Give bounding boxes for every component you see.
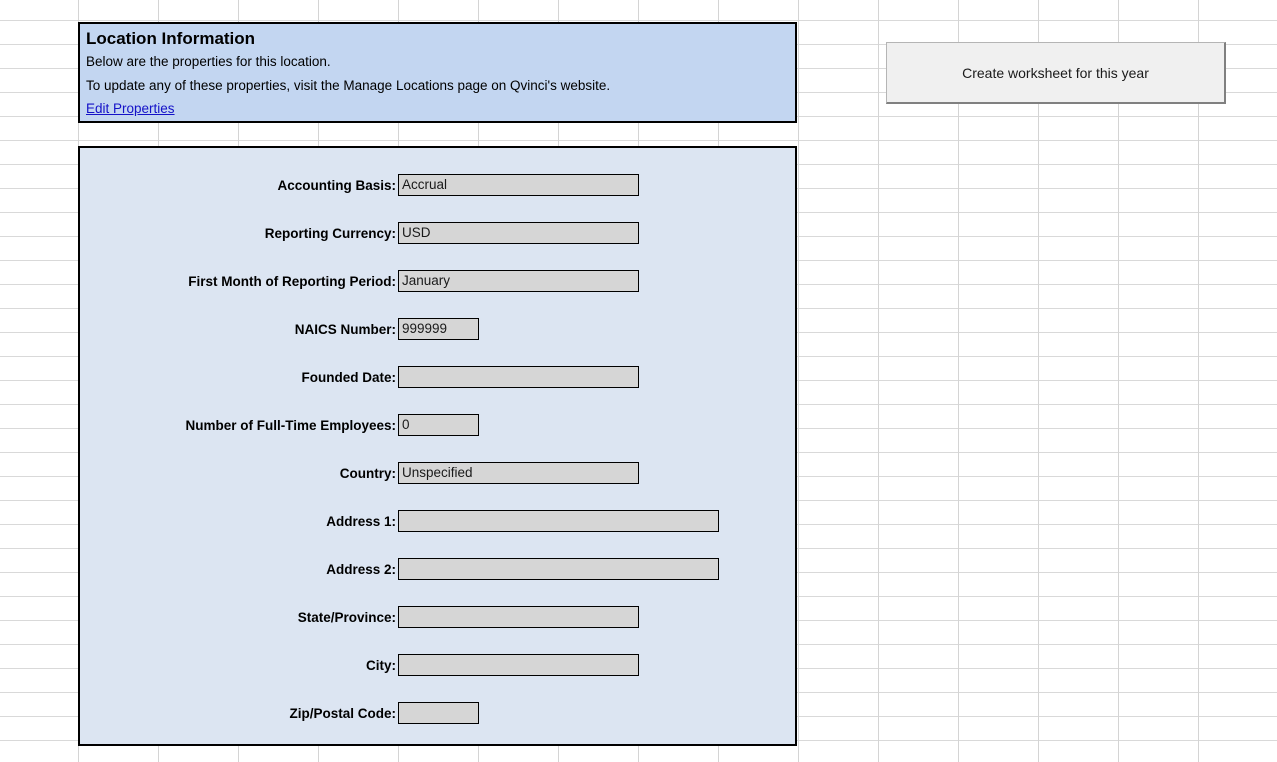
property-row: Zip/Postal Code: <box>80 702 479 724</box>
property-label: Zip/Postal Code: <box>289 705 396 721</box>
header-description-line-1: Below are the properties for this locati… <box>86 54 331 69</box>
property-value-field[interactable]: 999999 <box>398 318 479 340</box>
property-row: Reporting Currency: USD <box>80 222 639 244</box>
property-row: Address 2: <box>80 558 719 580</box>
property-row: State/Province: <box>80 606 639 628</box>
property-value-field[interactable] <box>398 606 639 628</box>
property-value-field[interactable] <box>398 558 719 580</box>
property-value-field[interactable] <box>398 510 719 532</box>
property-label: Founded Date: <box>301 369 397 385</box>
property-value-field[interactable]: USD <box>398 222 639 244</box>
property-value-field[interactable]: January <box>398 270 639 292</box>
property-value-field[interactable]: 0 <box>398 414 479 436</box>
create-worksheet-button-label: Create worksheet for this year <box>962 64 1149 81</box>
edit-properties-link[interactable]: Edit Properties <box>84 98 175 120</box>
property-row: Accounting Basis: Accrual <box>80 174 639 196</box>
property-label: Address 2: <box>326 561 396 577</box>
property-label: State/Province: <box>297 609 396 625</box>
property-row: First Month of Reporting Period: January <box>80 270 639 292</box>
property-label: City: <box>366 657 396 673</box>
property-row: Address 1: <box>80 510 719 532</box>
header-description-line-2: To update any of these properties, visit… <box>86 78 611 93</box>
property-row: City: <box>80 654 639 676</box>
property-row: Country: Unspecified <box>80 462 639 484</box>
property-value-field[interactable]: Accrual <box>398 174 639 196</box>
location-information-panel: Location Information Below are the prope… <box>78 22 797 123</box>
property-row: Number of Full-Time Employees: 0 <box>80 414 479 436</box>
property-label: Reporting Currency: <box>264 225 396 241</box>
property-value-field[interactable] <box>398 702 479 724</box>
page-title: Location Information <box>86 29 256 48</box>
property-row: NAICS Number: 999999 <box>80 318 479 340</box>
location-properties-panel: Accounting Basis: Accrual Reporting Curren… <box>78 146 797 746</box>
property-value-field[interactable] <box>398 366 639 388</box>
property-row: Founded Date: <box>80 366 639 388</box>
property-label: Accounting Basis: <box>277 177 396 193</box>
property-value-field[interactable]: Unspecified <box>398 462 639 484</box>
create-worksheet-button[interactable]: Create worksheet for this year <box>886 42 1226 104</box>
property-label: Number of Full-Time Employees: <box>185 417 396 433</box>
property-label: NAICS Number: <box>294 321 396 337</box>
property-label: Address 1: <box>326 513 396 529</box>
property-label: Country: <box>339 465 396 481</box>
property-value-field[interactable] <box>398 654 639 676</box>
property-label: First Month of Reporting Period: <box>188 273 396 289</box>
